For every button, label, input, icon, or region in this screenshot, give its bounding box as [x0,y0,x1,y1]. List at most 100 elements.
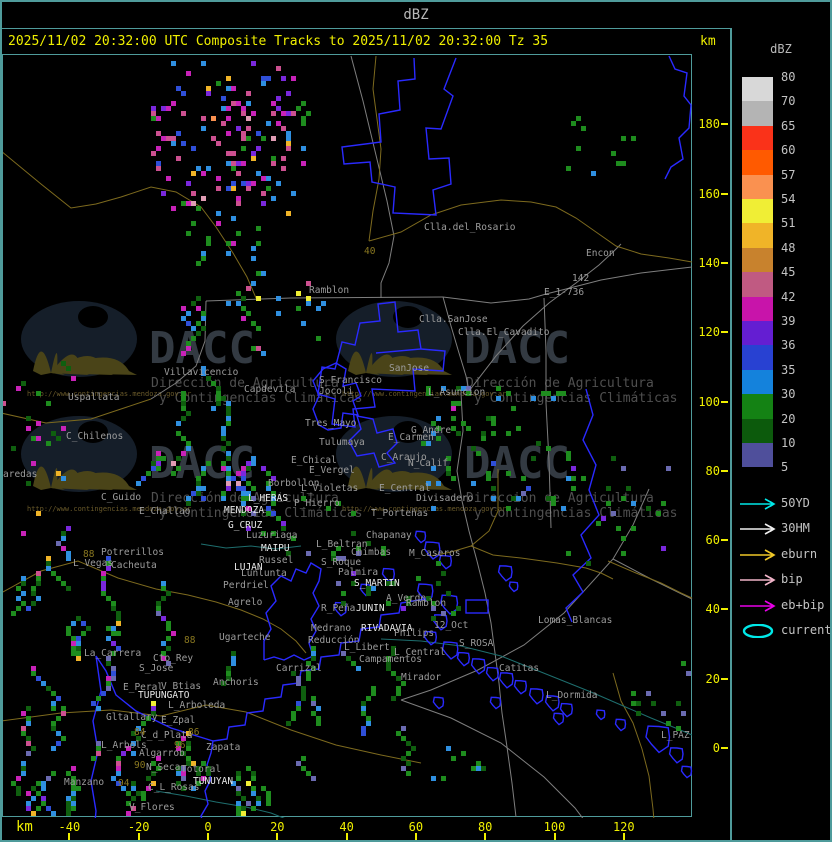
right-axis-tick-label: 120 [698,325,720,340]
echo-pixel [251,181,256,186]
storm-cell-outline [680,765,693,779]
echo-pixel [241,466,246,471]
map-label: 88 [184,635,196,646]
right-axis-tick-label: 80 [705,463,720,478]
echo-pixel [231,161,236,166]
echo-pixel [256,796,261,801]
echo-pixel [191,336,196,341]
echo-pixel [176,456,181,461]
map-label: E_Zpal [161,715,195,726]
echo-pixel [316,721,321,726]
echo-pixel [241,111,246,116]
echo-pixel [436,481,441,486]
echo-pixel [251,346,256,351]
echo-pixel [191,201,196,206]
echo-pixel [606,501,611,506]
echo-pixel [236,291,241,296]
echo-pixel [16,606,21,611]
echo-pixel [276,106,281,111]
echo-pixel [401,726,406,731]
echo-pixel [111,606,116,611]
echo-pixel [31,811,36,816]
echo-pixel [506,391,511,396]
echo-pixel [251,456,256,461]
bottom-axis-tick [345,833,348,840]
echo-pixel [221,396,226,401]
echo-pixel [201,311,206,316]
echo-pixel [301,686,306,691]
echo-pixel [26,721,31,726]
echo-pixel [281,76,286,81]
echo-pixel [196,321,201,326]
echo-pixel [496,386,501,391]
echo-pixel [246,481,251,486]
echo-pixel [366,591,371,596]
echo-pixel [301,161,306,166]
bottom-axis-tick [414,833,417,840]
echo-pixel [76,646,81,651]
echo-pixel [216,401,221,406]
echo-pixel [271,111,276,116]
echo-pixel [21,601,26,606]
echo-pixel [161,586,166,591]
echo-pixel [156,116,161,121]
echo-pixel [226,301,231,306]
echo-pixel [246,461,251,466]
dbz-scale-swatch [742,272,773,297]
echo-pixel [126,791,131,796]
echo-pixel [41,801,46,806]
echo-pixel [186,181,191,186]
echo-pixel [236,481,241,486]
echo-pixel [286,141,291,146]
radar-app-window: dBZ 2025/11/02 20:32:00 UTC Composite Tr… [0,0,832,842]
echo-pixel [66,556,71,561]
echo-pixel [231,151,236,156]
map-label: La_Carrera [84,648,141,659]
echo-pixel [566,456,571,461]
echo-pixel [216,396,221,401]
echo-pixel [181,776,186,781]
echo-pixel [476,766,481,771]
dbz-scale-label: 10 [781,436,796,450]
echo-pixel [356,666,361,671]
echo-pixel [261,271,266,276]
echo-pixel [261,466,266,471]
echo-pixel [186,321,191,326]
echo-pixel [66,586,71,591]
echo-pixel [406,771,411,776]
echo-pixel [211,406,216,411]
echo-pixel [251,151,256,156]
echo-pixel [306,111,311,116]
echo-pixel [266,471,271,476]
echo-pixel [181,141,186,146]
map-label: SanJose [389,363,429,374]
echo-pixel [511,406,516,411]
echo-pixel [246,286,251,291]
storm-cell-rect [465,599,489,614]
echo-pixel [261,351,266,356]
echo-pixel [46,806,51,811]
echo-pixel [551,501,556,506]
echo-pixel [161,616,166,621]
echo-pixel [101,591,106,596]
echo-pixel [496,396,501,401]
echo-pixel [181,391,186,396]
dbz-scale-swatch [742,199,773,224]
echo-pixel [71,806,76,811]
map-label: C_Chilenos [66,431,123,442]
echo-pixel [141,796,146,801]
echo-pixel [61,531,66,536]
echo-pixel [116,756,121,761]
bottom-axis-tick [68,833,71,840]
echo-pixel [191,191,196,196]
dbz-scale-label: 54 [781,192,796,206]
echo-pixel [396,731,401,736]
echo-pixel [56,436,61,441]
echo-pixel [176,466,181,471]
echo-pixel [296,701,301,706]
echo-pixel [236,201,241,206]
echo-pixel [226,486,231,491]
echo-pixel [441,571,446,576]
echo-pixel [56,741,61,746]
bottom-axis-tick-label: 120 [612,820,635,834]
